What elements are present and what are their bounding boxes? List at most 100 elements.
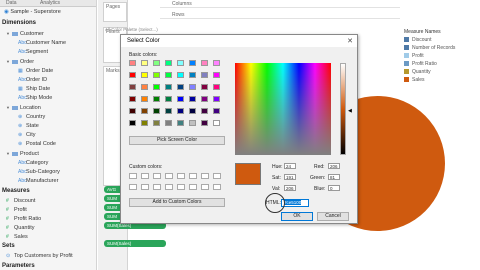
folder-customer[interactable]: ▼ Customer <box>6 31 44 37</box>
field-postal-code[interactable]: ⊕ Postal Code <box>18 141 56 147</box>
basic-color-swatch[interactable] <box>213 60 220 66</box>
field-quantity[interactable]: # Quantity <box>6 225 34 231</box>
html-color-field[interactable]: #ce5100 <box>281 199 309 207</box>
custom-color-swatch[interactable] <box>201 173 209 179</box>
legend-item[interactable]: Number of Records <box>404 45 455 51</box>
legend-item[interactable]: Discount <box>404 37 431 43</box>
basic-color-swatch[interactable] <box>177 60 184 66</box>
close-icon[interactable]: ✕ <box>347 36 353 48</box>
tab-data[interactable]: Data <box>6 0 17 6</box>
basic-color-swatch[interactable] <box>165 72 172 78</box>
custom-color-swatch[interactable] <box>189 184 197 190</box>
field-state[interactable]: ⊕ State <box>18 123 39 129</box>
field-segment[interactable]: AbcSegment <box>18 49 48 55</box>
basic-color-swatch[interactable] <box>201 60 208 66</box>
field-ship-mode[interactable]: AbcShip Mode <box>18 95 52 101</box>
basic-color-swatch[interactable] <box>165 84 172 90</box>
basic-color-swatch[interactable] <box>189 108 196 114</box>
basic-color-swatch[interactable] <box>213 96 220 102</box>
basic-color-swatch[interactable] <box>141 108 148 114</box>
legend-item[interactable]: Profit Ratio <box>404 61 437 67</box>
set-top-customers[interactable]: ⊙ Top Customers by Profit <box>6 253 73 259</box>
basic-color-swatch[interactable] <box>153 72 160 78</box>
field-order-date[interactable]: ▦ Order Date <box>18 68 53 74</box>
basic-color-swatch[interactable] <box>177 108 184 114</box>
basic-color-swatch[interactable] <box>129 108 136 114</box>
field-city[interactable]: ⊕ City <box>18 132 35 138</box>
field-profit-ratio[interactable]: # Profit Ratio <box>6 216 41 222</box>
custom-color-swatch[interactable] <box>177 184 185 190</box>
basic-color-swatch[interactable] <box>129 96 136 102</box>
basic-color-swatch[interactable] <box>189 96 196 102</box>
blue-field[interactable]: 0 <box>328 185 340 191</box>
chevron-down-icon[interactable]: ▼ <box>6 151 10 156</box>
columns-shelf[interactable]: Columns <box>160 0 400 8</box>
basic-color-swatch[interactable] <box>165 60 172 66</box>
chevron-down-icon[interactable]: ▼ <box>6 105 10 110</box>
basic-color-swatch[interactable] <box>165 96 172 102</box>
custom-color-swatch[interactable] <box>129 184 137 190</box>
sat-field[interactable]: 191 <box>284 174 296 180</box>
basic-color-swatch[interactable] <box>189 72 196 78</box>
basic-color-swatch[interactable] <box>141 84 148 90</box>
basic-color-swatch[interactable] <box>165 120 172 126</box>
basic-color-swatch[interactable] <box>141 96 148 102</box>
custom-color-swatch[interactable] <box>165 173 173 179</box>
legend-item[interactable]: Profit <box>404 53 424 59</box>
field-category[interactable]: AbcCategory <box>18 160 48 166</box>
field-order-id[interactable]: AbcOrder ID <box>18 77 47 83</box>
datasource-item[interactable]: ◉ Sample - Superstore <box>4 9 61 15</box>
field-customer-name[interactable]: AbcCustomer Name <box>18 40 66 46</box>
basic-color-swatch[interactable] <box>189 60 196 66</box>
legend-item[interactable]: Quantity <box>404 69 431 75</box>
basic-color-swatch[interactable] <box>177 96 184 102</box>
basic-color-swatch[interactable] <box>129 60 136 66</box>
basic-color-swatch[interactable] <box>141 60 148 66</box>
slider-arrow-icon[interactable]: ◀ <box>348 108 352 114</box>
color-spectrum[interactable] <box>235 63 331 155</box>
basic-color-swatch[interactable] <box>213 72 220 78</box>
basic-color-swatch[interactable] <box>201 84 208 90</box>
green-field[interactable]: 81 <box>328 174 340 180</box>
custom-color-swatch[interactable] <box>141 184 149 190</box>
pick-screen-color-button[interactable]: Pick Screen Color <box>129 136 225 145</box>
basic-color-swatch[interactable] <box>189 84 196 90</box>
red-field[interactable]: 206 <box>328 163 340 169</box>
basic-color-swatch[interactable] <box>201 108 208 114</box>
hue-field[interactable]: 24 <box>284 163 296 169</box>
custom-color-swatch[interactable] <box>213 184 221 190</box>
custom-color-swatch[interactable] <box>177 173 185 179</box>
custom-color-swatch[interactable] <box>165 184 173 190</box>
custom-color-swatch[interactable] <box>189 173 197 179</box>
basic-color-swatch[interactable] <box>153 120 160 126</box>
basic-color-swatch[interactable] <box>201 72 208 78</box>
basic-color-swatch[interactable] <box>213 108 220 114</box>
folder-order[interactable]: ▼ Order <box>6 59 34 65</box>
custom-color-swatch[interactable] <box>141 173 149 179</box>
field-sub-category[interactable]: AbcSub-Category <box>18 169 60 175</box>
basic-color-swatch[interactable] <box>141 120 148 126</box>
basic-color-swatch[interactable] <box>177 84 184 90</box>
basic-color-swatch[interactable] <box>129 84 136 90</box>
rows-shelf[interactable]: Rows <box>160 11 400 19</box>
tab-analytics[interactable]: Analytics <box>40 0 60 6</box>
field-sales[interactable]: # Sales <box>6 234 28 240</box>
field-discount[interactable]: # Discount <box>6 198 35 204</box>
custom-color-swatch[interactable] <box>129 173 137 179</box>
basic-color-swatch[interactable] <box>141 72 148 78</box>
chevron-down-icon[interactable]: ▼ <box>6 31 10 36</box>
val-field[interactable]: 206 <box>284 185 296 191</box>
field-ship-date[interactable]: ▦ Ship Date <box>18 86 50 92</box>
chevron-down-icon[interactable]: ▼ <box>6 59 10 64</box>
basic-color-swatch[interactable] <box>129 72 136 78</box>
custom-color-swatch[interactable] <box>201 184 209 190</box>
cancel-button[interactable]: Cancel <box>317 212 349 221</box>
custom-color-swatch[interactable] <box>153 184 161 190</box>
basic-color-swatch[interactable] <box>201 120 208 126</box>
field-country[interactable]: ⊕ Country <box>18 114 45 120</box>
luminance-slider[interactable] <box>340 63 346 155</box>
basic-color-swatch[interactable] <box>153 84 160 90</box>
custom-color-swatch[interactable] <box>213 173 221 179</box>
legend-item[interactable]: Sales <box>404 77 425 83</box>
basic-color-swatch[interactable] <box>129 120 136 126</box>
